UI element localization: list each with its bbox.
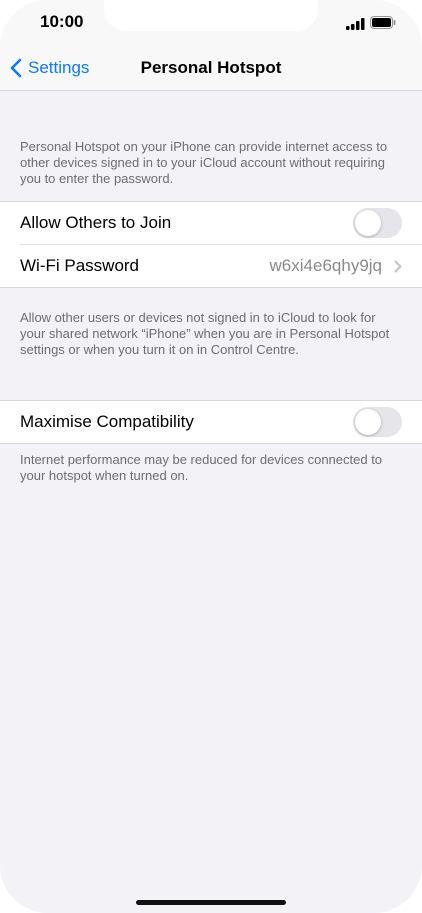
compatibility-description: Internet performance may be reduced for … (20, 452, 383, 483)
status-time: 10:00 (40, 12, 84, 31)
maximise-compatibility-label: Maximise Compatibility (20, 412, 194, 431)
allow-others-row: Allow Others to Join (0, 202, 422, 244)
maximise-compatibility-toggle[interactable] (353, 407, 402, 437)
phone-screen: 10:00 Settings Personal Hotspot Personal… (0, 0, 422, 913)
device-notch (104, 0, 318, 31)
page-title: Personal Hotspot (140, 58, 282, 77)
allow-others-description: Allow other users or devices not signed … (20, 310, 390, 357)
wifi-password-value: w6xi4e6qhy9jq (269, 256, 382, 275)
wifi-password-label: Wi-Fi Password (20, 256, 140, 275)
cellular-signal-icon (346, 17, 366, 35)
compatibility-settings-group: Maximise Compatibility (0, 400, 422, 444)
settings-content: Personal Hotspot on your iPhone can prov… (0, 91, 422, 484)
hotspot-settings-group: Allow Others to Join Wi-Fi Password w6xi… (0, 201, 422, 288)
toggle-knob (355, 210, 381, 236)
wifi-password-row[interactable]: Wi-Fi Password w6xi4e6qhy9jq (20, 244, 422, 287)
toggle-knob (355, 409, 381, 435)
home-indicator[interactable] (136, 900, 286, 905)
navigation-bar: Settings Personal Hotspot (0, 46, 422, 91)
intro-description: Personal Hotspot on your iPhone can prov… (20, 139, 388, 186)
maximise-compatibility-row: Maximise Compatibility (0, 401, 422, 443)
allow-others-label: Allow Others to Join (20, 213, 172, 232)
allow-others-toggle[interactable] (353, 208, 402, 238)
battery-icon (370, 16, 396, 34)
chevron-right-icon (394, 260, 402, 272)
